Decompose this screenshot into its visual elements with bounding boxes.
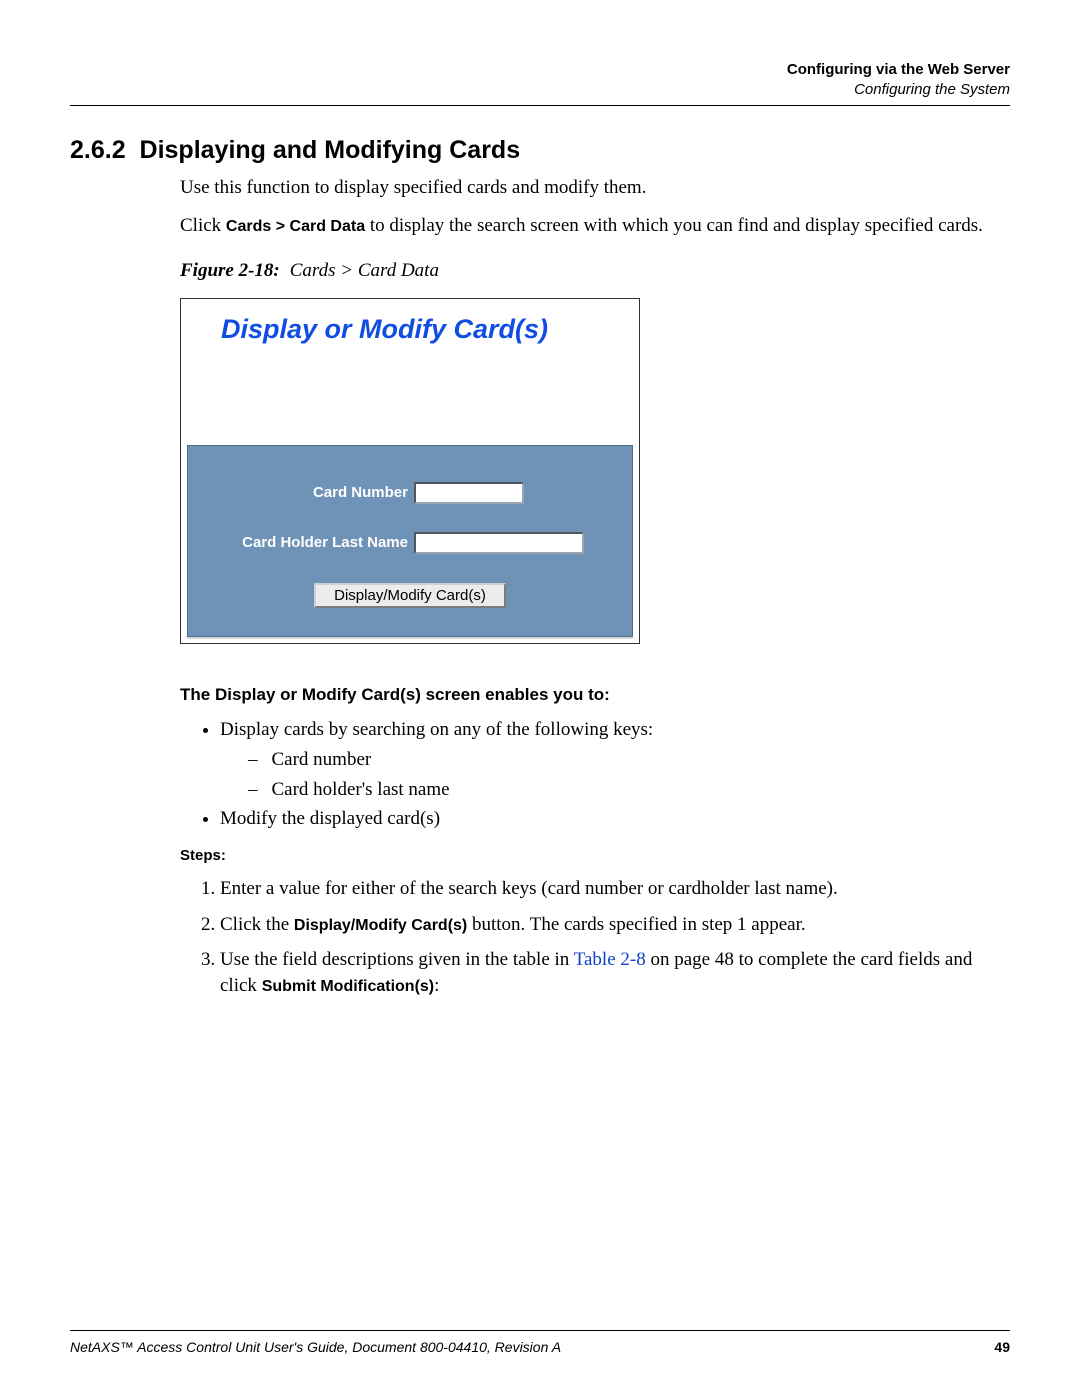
list-item: Modify the displayed card(s) — [220, 806, 1010, 832]
list-item: Card holder's last name — [248, 777, 1010, 803]
header-chapter: Configuring via the Web Server — [70, 60, 1010, 80]
step-2: Click the Display/Modify Card(s) button.… — [220, 912, 1010, 938]
footer-doc-title: NetAXS™ Access Control Unit User's Guide… — [70, 1339, 561, 1355]
label-card-number: Card Number — [198, 483, 414, 503]
section-number: 2.6.2 — [70, 136, 126, 164]
header-rule — [70, 105, 1010, 106]
input-card-number[interactable] — [414, 482, 524, 504]
menu-path: Cards > Card Data — [226, 218, 365, 235]
enables-list: Display cards by searching on any of the… — [180, 717, 1010, 832]
subheading-enables: The Display or Modify Card(s) screen ena… — [180, 684, 1010, 707]
footer-rule — [70, 1330, 1010, 1331]
display-modify-cards-button[interactable]: Display/Modify Card(s) — [314, 583, 506, 608]
label-last-name: Card Holder Last Name — [198, 533, 414, 553]
row-card-number: Card Number — [198, 482, 622, 504]
header-section: Configuring the System — [70, 80, 1010, 100]
form-panel: Card Number Card Holder Last Name Displa… — [187, 445, 633, 637]
page-header: Configuring via the Web Server Configuri… — [70, 60, 1010, 99]
intro-paragraph-1: Use this function to display specified c… — [180, 175, 1010, 201]
intro-paragraph-2: Click Cards > Card Data to display the s… — [180, 213, 1010, 239]
table-2-8-link[interactable]: Table 2-8 — [574, 949, 646, 970]
input-last-name[interactable] — [414, 532, 584, 554]
list-item: Card number — [248, 747, 1010, 773]
screenshot-display-modify-cards: Display or Modify Card(s) Card Number Ca… — [180, 298, 640, 644]
section-heading: 2.6.2 Displaying and Modifying Cards — [70, 136, 1010, 165]
list-item: Display cards by searching on any of the… — [220, 717, 1010, 802]
step-3: Use the field descriptions given in the … — [220, 947, 1010, 998]
section-title: Displaying and Modifying Cards — [140, 136, 521, 164]
figure-label: Figure 2-18: — [180, 260, 280, 281]
footer-page-number: 49 — [994, 1339, 1010, 1355]
screenshot-title: Display or Modify Card(s) — [181, 299, 639, 355]
figure-caption: Figure 2-18: Cards > Card Data — [180, 258, 1010, 284]
steps-list: Enter a value for either of the search k… — [180, 876, 1010, 999]
step-1: Enter a value for either of the search k… — [220, 876, 1010, 902]
page-footer: NetAXS™ Access Control Unit User's Guide… — [70, 1330, 1010, 1355]
steps-label: Steps: — [180, 846, 1010, 866]
row-last-name: Card Holder Last Name — [198, 532, 622, 554]
figure-caption-text: Cards > Card Data — [290, 260, 439, 281]
